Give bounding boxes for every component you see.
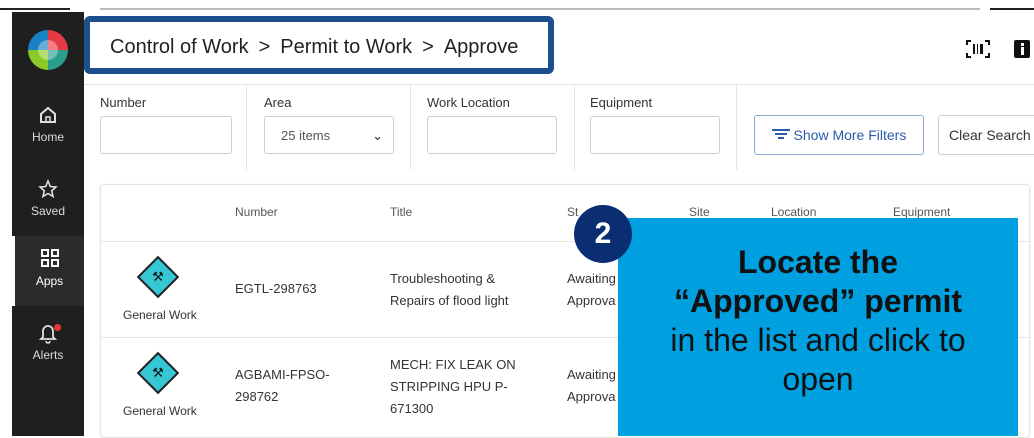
sidebar: Home Saved Apps Alerts <box>12 12 84 436</box>
permit-number-line: 298762 <box>235 389 279 404</box>
apps-grid-icon <box>15 248 84 274</box>
permit-title: MECH: FIX LEAK ON STRIPPING HPU P- 67130… <box>390 354 516 420</box>
top-strip-line <box>100 8 980 10</box>
divider <box>574 85 575 170</box>
breadcrumb-item-control-of-work[interactable]: Control of Work <box>110 36 249 58</box>
permit-status: Awaiting Approva <box>567 364 616 408</box>
work-location-filter: Work Location <box>427 95 557 154</box>
permit-title-line: 671300 <box>390 401 434 416</box>
permit-title-line: STRIPPING HPU P- <box>390 379 508 394</box>
filter-bar: Number Area 25 items ⌄ Work Location Equ… <box>84 85 1034 170</box>
column-header-title[interactable]: Title <box>390 205 412 219</box>
work-location-filter-label: Work Location <box>427 95 510 110</box>
column-header-equipment[interactable]: Equipment <box>893 205 950 219</box>
breadcrumb-item-permit-to-work[interactable]: Permit to Work <box>280 36 412 58</box>
sidebar-item-home[interactable]: Home <box>12 100 84 160</box>
callout-line: in the list and click to <box>670 322 966 358</box>
show-more-filters-label: Show More Filters <box>793 127 907 143</box>
clear-search-button[interactable]: Clear Search <box>938 115 1034 155</box>
callout-line: “Approved” permit <box>673 283 963 319</box>
home-icon <box>12 104 84 130</box>
permit-status-line: Approva <box>567 389 616 404</box>
clear-search-label: Clear Search <box>949 127 1031 143</box>
show-more-filters-button[interactable]: Show More Filters <box>754 115 924 155</box>
area-filter: Area 25 items ⌄ <box>264 95 394 154</box>
filter-lines-icon <box>771 127 794 143</box>
breadcrumb-separator: > <box>258 36 271 58</box>
permit-title-line: Repairs of flood light <box>390 293 509 308</box>
general-work-icon: ⚒ <box>136 255 180 299</box>
column-header-location[interactable]: Location <box>771 205 816 219</box>
permit-status-line: Approva <box>567 293 616 308</box>
breadcrumb: Control of Work > Permit to Work > Approve <box>110 36 518 59</box>
permit-status-line: Awaiting <box>567 367 616 382</box>
top-strip-line <box>0 8 70 10</box>
chevron-down-icon: ⌄ <box>372 128 383 143</box>
alert-badge <box>54 324 61 331</box>
permit-type-label: General Work <box>123 404 197 418</box>
barcode-scan-icon[interactable] <box>966 40 990 63</box>
number-filter: Number <box>100 95 232 154</box>
permit-status-line: Awaiting <box>567 271 616 286</box>
column-header-number[interactable]: Number <box>235 205 278 219</box>
permit-number[interactable]: EGTL-298763 <box>235 278 317 300</box>
instruction-callout: Locate the “Approved” permit in the list… <box>618 218 1018 436</box>
callout-line: open <box>782 361 854 397</box>
breadcrumb-item-approve: Approve <box>443 36 519 58</box>
divider <box>410 85 411 170</box>
permit-title: Troubleshooting & Repairs of flood light <box>390 268 509 312</box>
permit-title-line: MECH: FIX LEAK ON <box>390 357 516 372</box>
work-location-input[interactable] <box>427 116 557 154</box>
area-select[interactable]: 25 items ⌄ <box>264 116 394 154</box>
area-filter-label: Area <box>264 95 292 110</box>
star-icon <box>12 178 84 204</box>
top-window-strip <box>0 0 1034 12</box>
top-strip-line <box>990 8 1034 10</box>
divider <box>246 85 247 170</box>
equipment-input[interactable] <box>590 116 720 154</box>
breadcrumb-separator: > <box>422 36 434 58</box>
permit-type-label: General Work <box>123 308 197 322</box>
number-filter-label: Number <box>100 95 147 110</box>
app-logo[interactable] <box>28 30 68 70</box>
sidebar-item-alerts[interactable]: Alerts <box>12 318 84 378</box>
breadcrumb-highlight: Control of Work > Permit to Work > Approve <box>84 16 554 74</box>
number-input[interactable] <box>100 116 232 154</box>
sidebar-item-label: Alerts <box>32 348 64 362</box>
divider <box>736 85 737 170</box>
sidebar-item-label: Home <box>31 130 64 144</box>
sidebar-item-apps[interactable]: Apps <box>12 236 84 306</box>
equipment-filter: Equipment <box>590 95 720 154</box>
permit-number[interactable]: AGBAMI-FPSO- 298762 <box>235 364 330 408</box>
sidebar-item-saved[interactable]: Saved <box>12 174 84 234</box>
callout-line: Locate the <box>737 244 899 280</box>
column-header-site[interactable]: Site <box>689 205 710 219</box>
general-work-icon: ⚒ <box>136 351 180 395</box>
sidebar-item-label: Saved <box>30 204 66 218</box>
sidebar-item-label: Apps <box>35 274 64 288</box>
permit-status: Awaiting Approva <box>567 268 616 312</box>
info-icon[interactable] <box>1014 40 1030 63</box>
page-header: Control of Work > Permit to Work > Approve <box>84 12 1034 85</box>
bell-icon <box>12 322 84 348</box>
permit-title-line: Troubleshooting & <box>390 271 496 286</box>
area-select-value: 25 items <box>281 128 331 143</box>
permit-number-line: AGBAMI-FPSO- <box>235 367 330 382</box>
equipment-filter-label: Equipment <box>590 95 653 110</box>
column-header-status[interactable]: St <box>567 205 578 219</box>
step-number-badge: 2 <box>574 205 632 263</box>
